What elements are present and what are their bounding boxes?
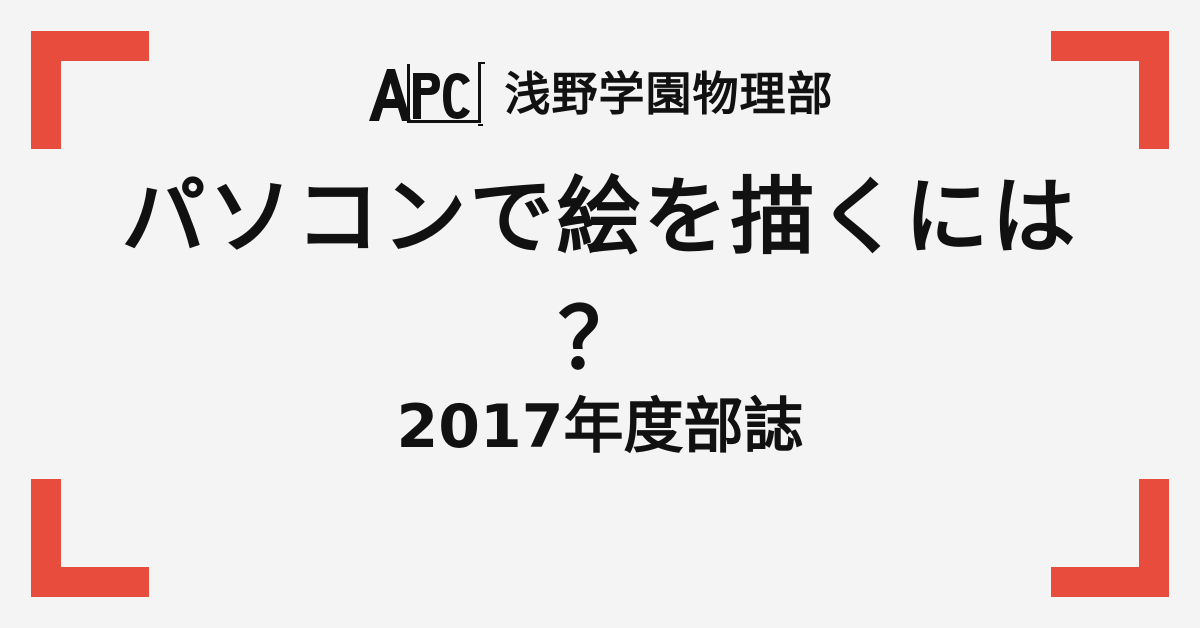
subtitle: 2017年度部誌: [396, 392, 804, 462]
club-header: 浅野学園物理部: [0, 60, 1200, 128]
page-title-line-1: パソコンで絵を描くには: [121, 168, 1079, 266]
apc-logo: [368, 62, 485, 126]
page-title-line-2: ？: [557, 290, 642, 388]
corner-bracket-bottom-right: [1051, 479, 1169, 597]
corner-bracket-bottom-left: [31, 479, 149, 597]
club-name: 浅野学園物理部: [504, 67, 834, 121]
